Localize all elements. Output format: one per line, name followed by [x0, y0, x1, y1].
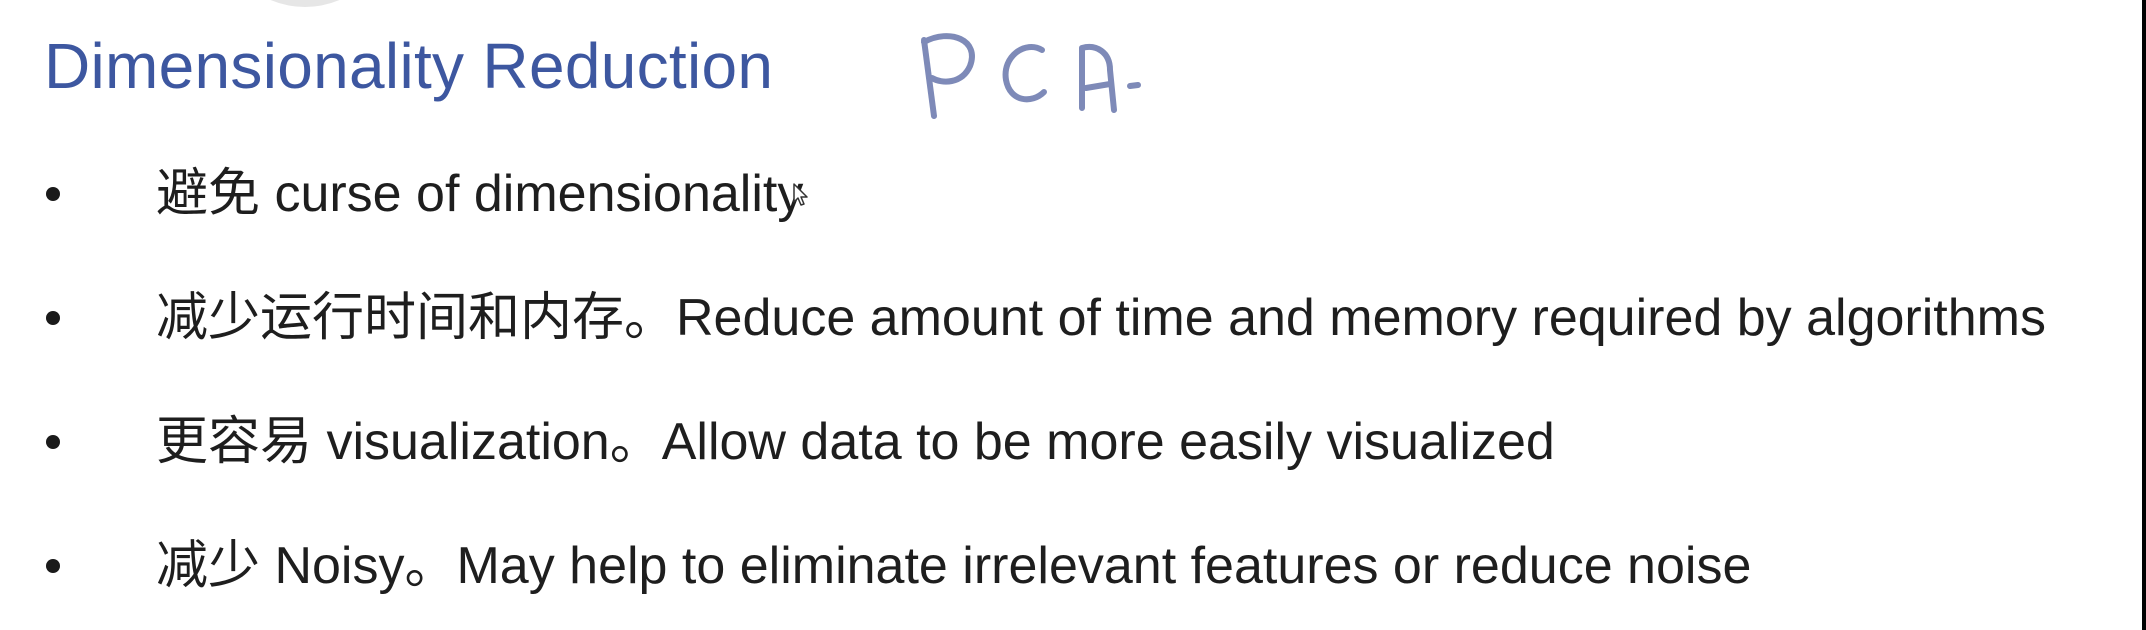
bullet-item: 避免 curse of dimensionality: [0, 154, 2146, 234]
bullet-item: 减少运行时间和内存。Reduce amount of time and memo…: [0, 278, 2146, 358]
slide-canvas: Dimensionality Reduction 避免 curse of dim…: [0, 0, 2146, 630]
mouse-pointer-icon: [793, 183, 808, 206]
bullet-dot-icon: [46, 311, 60, 325]
bullet-text: 减少运行时间和内存。Reduce amount of time and memo…: [156, 289, 2046, 347]
bullet-dot-icon: [46, 187, 60, 201]
window-edge-bar: [2142, 0, 2146, 630]
bullet-list: 避免 curse of dimensionality 减少运行时间和内存。Red…: [0, 0, 2146, 630]
bullet-text: 避免 curse of dimensionality: [156, 165, 804, 223]
bullet-text: 更容易 visualization。Allow data to be more …: [156, 413, 1555, 471]
bullet-item: 减少 Noisy。May help to eliminate irrelevan…: [0, 526, 2146, 606]
bullet-dot-icon: [46, 559, 60, 573]
bullet-dot-icon: [46, 435, 60, 449]
bullet-text: 减少 Noisy。May help to eliminate irrelevan…: [156, 537, 1752, 595]
bullet-item: 更容易 visualization。Allow data to be more …: [0, 402, 2146, 482]
